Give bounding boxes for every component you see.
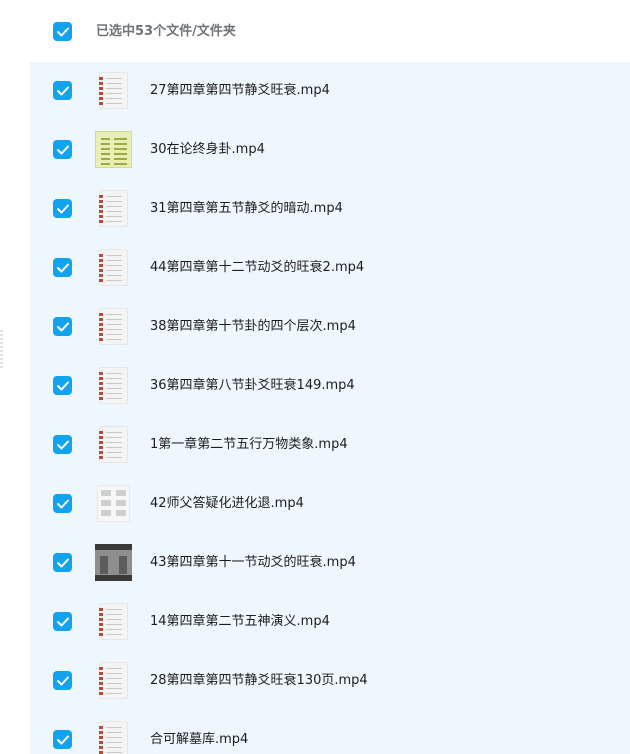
- file-name[interactable]: 38第四章第十节卦的四个层次.mp4: [150, 318, 356, 336]
- document-preview: [99, 367, 128, 404]
- file-row[interactable]: 27第四章第四节静爻旺衰.mp4: [30, 62, 630, 121]
- file-checkbox[interactable]: [53, 494, 72, 513]
- file-checkbox[interactable]: [53, 435, 72, 454]
- file-thumbnail: [95, 662, 132, 699]
- file-thumbnail: [95, 131, 132, 168]
- check-icon: [56, 617, 69, 626]
- check-icon: [56, 440, 69, 449]
- document-preview: [99, 308, 128, 345]
- file-checkbox[interactable]: [53, 553, 72, 572]
- file-checkbox[interactable]: [53, 199, 72, 218]
- file-thumbnail: [95, 308, 132, 345]
- document-preview: [99, 72, 128, 109]
- file-checkbox[interactable]: [53, 140, 72, 159]
- file-row[interactable]: 44第四章第十二节动爻的旺衰2.mp4: [30, 239, 630, 298]
- check-icon: [56, 263, 69, 272]
- file-checkbox[interactable]: [53, 376, 72, 395]
- file-row[interactable]: 30在论终身卦.mp4: [30, 121, 630, 180]
- file-checkbox[interactable]: [53, 612, 72, 631]
- file-name[interactable]: 合可解墓库.mp4: [150, 731, 248, 749]
- file-row[interactable]: 14第四章第二节五神演义.mp4: [30, 593, 630, 652]
- file-checkbox[interactable]: [53, 730, 72, 749]
- resize-handle[interactable]: [0, 330, 3, 370]
- file-name[interactable]: 42师父答疑化进化退.mp4: [150, 495, 304, 513]
- file-thumbnail: [95, 190, 132, 227]
- file-name[interactable]: 36第四章第八节卦爻旺衰149.mp4: [150, 377, 355, 395]
- file-row[interactable]: 31第四章第五节静爻的暗动.mp4: [30, 180, 630, 239]
- file-thumbnail: [95, 367, 132, 404]
- file-row[interactable]: 36第四章第八节卦爻旺衰149.mp4: [30, 357, 630, 416]
- selection-count-label: 已选中53个文件/文件夹: [96, 24, 236, 39]
- file-name[interactable]: 30在论终身卦.mp4: [150, 141, 265, 159]
- check-icon: [56, 204, 69, 213]
- file-row[interactable]: 合可解墓库.mp4: [30, 711, 630, 754]
- file-thumbnail: [95, 485, 132, 522]
- check-icon: [56, 499, 69, 508]
- file-row[interactable]: 28第四章第四节静爻旺衰130页.mp4: [30, 652, 630, 711]
- file-thumbnail: [95, 603, 132, 640]
- file-name[interactable]: 44第四章第十二节动爻的旺衰2.mp4: [150, 259, 364, 277]
- file-row[interactable]: 1第一章第二节五行万物类象.mp4: [30, 416, 630, 475]
- check-icon: [56, 27, 69, 36]
- file-thumbnail: [95, 721, 132, 754]
- file-checkbox[interactable]: [53, 671, 72, 690]
- file-thumbnail: [95, 72, 132, 109]
- video-preview: [95, 544, 132, 581]
- document-preview: [99, 426, 128, 463]
- check-icon: [56, 735, 69, 744]
- file-thumbnail: [95, 544, 132, 581]
- file-row[interactable]: 38第四章第十节卦的四个层次.mp4: [30, 298, 630, 357]
- file-checkbox[interactable]: [53, 81, 72, 100]
- file-checkbox[interactable]: [53, 317, 72, 336]
- file-name[interactable]: 14第四章第二节五神演义.mp4: [150, 613, 330, 631]
- file-name[interactable]: 43第四章第十一节动爻的旺衰.mp4: [150, 554, 356, 572]
- check-icon: [56, 86, 69, 95]
- document-preview: [95, 131, 132, 168]
- check-icon: [56, 381, 69, 390]
- document-preview: [99, 190, 128, 227]
- document-preview: [97, 485, 130, 522]
- check-icon: [56, 558, 69, 567]
- file-name[interactable]: 1第一章第二节五行万物类象.mp4: [150, 436, 348, 454]
- file-checkbox[interactable]: [53, 258, 72, 277]
- check-icon: [56, 676, 69, 685]
- check-icon: [56, 145, 69, 154]
- file-thumbnail: [95, 249, 132, 286]
- file-thumbnail: [95, 426, 132, 463]
- file-list: 27第四章第四节静爻旺衰.mp4 30在论终身卦.mp4 31第四章第五节静爻的暗动…: [30, 62, 630, 754]
- document-preview: [99, 603, 128, 640]
- check-icon: [56, 322, 69, 331]
- select-all-checkbox[interactable]: [53, 22, 72, 41]
- file-row[interactable]: 42师父答疑化进化退.mp4: [30, 475, 630, 534]
- file-name[interactable]: 31第四章第五节静爻的暗动.mp4: [150, 200, 343, 218]
- document-preview: [99, 249, 128, 286]
- document-preview: [99, 662, 128, 699]
- selection-header: 已选中53个文件/文件夹: [0, 0, 630, 62]
- document-preview: [99, 721, 128, 754]
- file-name[interactable]: 27第四章第四节静爻旺衰.mp4: [150, 82, 330, 100]
- file-row[interactable]: 43第四章第十一节动爻的旺衰.mp4: [30, 534, 630, 593]
- file-name[interactable]: 28第四章第四节静爻旺衰130页.mp4: [150, 672, 368, 690]
